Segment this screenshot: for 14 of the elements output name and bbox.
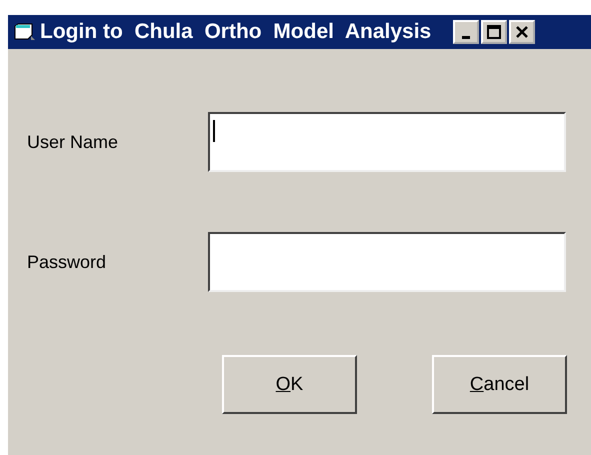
maximize-button[interactable] — [481, 20, 508, 44]
close-icon — [515, 25, 530, 39]
field-label: Password — [27, 252, 108, 272]
input-field[interactable] — [208, 112, 566, 172]
field-label: User Name — [27, 132, 120, 152]
close-button[interactable] — [509, 20, 536, 44]
ok-button[interactable]: OK — [222, 355, 357, 414]
input-field[interactable] — [208, 232, 566, 292]
minimize-icon — [462, 36, 470, 38]
cancel-button[interactable]: Cancel — [432, 355, 567, 414]
maximize-icon — [487, 25, 502, 39]
minimize-button[interactable] — [453, 20, 480, 44]
window-icon — [14, 23, 36, 41]
window-title: Login to Chula Ortho Model Analysis — [40, 20, 432, 44]
